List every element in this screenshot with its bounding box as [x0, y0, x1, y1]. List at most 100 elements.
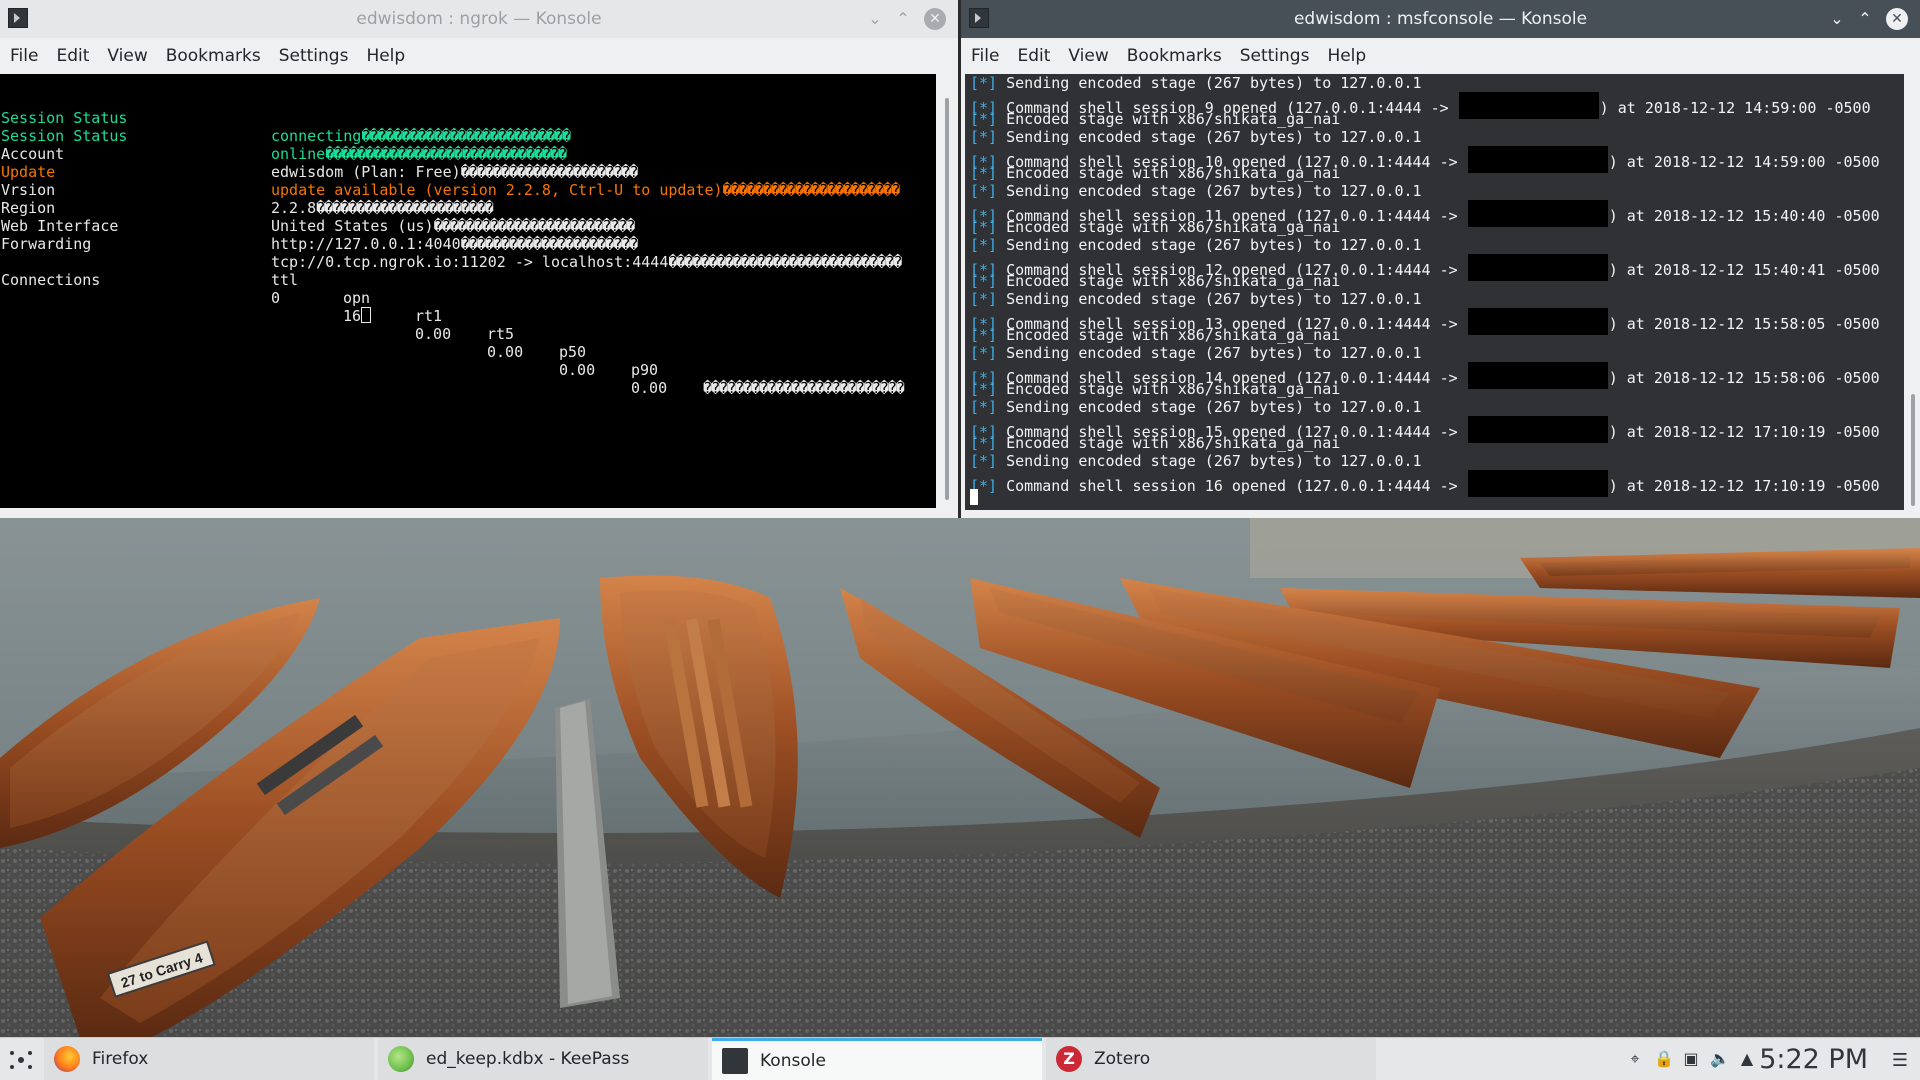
menu-file[interactable]: File: [2, 46, 46, 66]
conn-value: 0.00: [631, 379, 668, 397]
line-text: Encoded stage with x86/shikata_ga_nai: [1006, 326, 1341, 344]
msf-output-line: [*] Sending encoded stage (267 bytes) to…: [970, 128, 1422, 146]
menu-edit[interactable]: Edit: [1009, 46, 1058, 66]
task-keepass[interactable]: ed_keep.kdbx - KeePass: [378, 1038, 708, 1080]
menu-view[interactable]: View: [1060, 46, 1116, 66]
msf-output-line: [*] Command shell session 15 opened (127…: [970, 416, 1880, 443]
line-text: Encoded stage with x86/shikata_ga_nai: [1006, 164, 1341, 182]
menu-edit[interactable]: Edit: [48, 46, 97, 66]
connections-values: 0 16 0.00 0.00 0.00 0.00: [271, 271, 667, 415]
msf-output-line: [*] Command shell session 12 opened (127…: [970, 254, 1880, 281]
status-marker: [*]: [970, 236, 998, 254]
menubar: File Edit View Bookmarks Settings Help: [0, 38, 958, 74]
titlebar[interactable]: edwisdom : ngrok — Konsole ⌄ ⌃ ✕: [0, 0, 958, 38]
connections-label-row: Connections: [1, 253, 100, 307]
line-text: Sending encoded stage (267 bytes) to 127…: [1006, 452, 1422, 470]
clock[interactable]: 5:22 PM: [1759, 1044, 1868, 1075]
conn-header: opn: [343, 289, 371, 307]
titlebar[interactable]: edwisdom : msfconsole — Konsole ⌄ ⌃ ✕: [961, 0, 1920, 38]
terminal-output[interactable]: Session Status connecting���������������…: [0, 74, 936, 508]
line-text: Command shell session 16 opened (127.0.0…: [1006, 477, 1458, 495]
application-launcher[interactable]: [8, 1047, 34, 1073]
menu-help[interactable]: Help: [358, 46, 413, 66]
menu-bookmarks[interactable]: Bookmarks: [158, 46, 269, 66]
ngrok-fill: ����������������������: [460, 163, 639, 181]
conn-header: rt5: [487, 325, 515, 343]
connections-label: Connections: [1, 271, 101, 289]
ngrok-fill: �������������������������: [433, 217, 636, 235]
status-marker: [*]: [970, 74, 998, 92]
ngrok-fill: �����������������������������: [668, 253, 902, 271]
line-text: Sending encoded stage (267 bytes) to 127…: [1006, 290, 1422, 308]
task-zotero[interactable]: Z Zotero: [1046, 1038, 1376, 1080]
line-timestamp: ) at 2018-12-12 14:59:00 -0500: [1608, 153, 1880, 171]
menu-settings[interactable]: Settings: [271, 46, 357, 66]
lock-icon[interactable]: 🔒: [1654, 1050, 1674, 1068]
menu-settings[interactable]: Settings: [1232, 46, 1318, 66]
conn-value: 0.00: [487, 343, 524, 361]
close-button[interactable]: ✕: [1886, 8, 1908, 30]
task-label: Konsole: [760, 1050, 826, 1071]
clipboard-icon[interactable]: ▣: [1682, 1050, 1700, 1068]
firefox-icon: [54, 1046, 80, 1072]
network-icon[interactable]: ⌖: [1626, 1050, 1644, 1068]
menu-bookmarks[interactable]: Bookmarks: [1119, 46, 1230, 66]
redacted-address: [1467, 470, 1608, 497]
scrollbar-thumb[interactable]: [1911, 394, 1915, 506]
redacted-address: [1467, 308, 1608, 335]
terminal-cursor: [361, 307, 372, 323]
menu-help[interactable]: Help: [1319, 46, 1374, 66]
line-text: Sending encoded stage (267 bytes) to 127…: [1006, 236, 1422, 254]
task-firefox[interactable]: Firefox: [44, 1038, 374, 1080]
msf-output-line: [*] Sending encoded stage (267 bytes) to…: [970, 452, 1422, 470]
scrollbar[interactable]: [940, 74, 954, 508]
ngrok-label: Forwarding: [1, 235, 92, 253]
minimize-button[interactable]: ⌄: [1826, 8, 1848, 30]
conn-fill: �������������������������: [703, 379, 905, 397]
expand-arrow-icon[interactable]: ▲: [1738, 1050, 1756, 1068]
close-button[interactable]: ✕: [924, 8, 946, 30]
desktop-wallpaper: 27 to Carry 4: [0, 518, 1920, 1038]
maximize-button[interactable]: ⌃: [1854, 8, 1876, 30]
keepass-icon: [388, 1046, 414, 1072]
line-timestamp: ) at 2018-12-12 14:59:00 -0500: [1599, 99, 1871, 117]
minimize-button[interactable]: ⌄: [864, 8, 886, 30]
terminal-output[interactable]: [*] Sending encoded stage (267 bytes) to…: [965, 74, 1904, 510]
status-marker: [*]: [970, 164, 998, 182]
menubar: File Edit View Bookmarks Settings Help: [961, 38, 1920, 74]
line-text: Sending encoded stage (267 bytes) to 127…: [1006, 398, 1422, 416]
task-label: Firefox: [92, 1049, 149, 1069]
conn-value: 16: [343, 307, 362, 325]
scrollbar[interactable]: [1906, 74, 1918, 508]
maximize-button[interactable]: ⌃: [892, 8, 914, 30]
line-text: Encoded stage with x86/shikata_ga_nai: [1006, 272, 1341, 290]
window-title: edwisdom : msfconsole — Konsole: [1293, 9, 1588, 29]
msf-output-line: [*] Encoded stage with x86/shikata_ga_na…: [970, 326, 1340, 344]
line-text: Sending encoded stage (267 bytes) to 127…: [1006, 182, 1422, 200]
msf-output-line: [*] Encoded stage with x86/shikata_ga_na…: [970, 164, 1340, 182]
ngrok-value: United States (us): [271, 217, 434, 235]
ngrok-value: edwisdom (Plan: Free): [271, 163, 461, 181]
menu-view[interactable]: View: [99, 46, 155, 66]
redacted-address: [1467, 254, 1608, 281]
launcher-icon: [10, 1051, 32, 1069]
line-text: Encoded stage with x86/shikata_ga_nai: [1006, 218, 1341, 236]
konsole-window-ngrok[interactable]: edwisdom : ngrok — Konsole ⌄ ⌃ ✕ File Ed…: [0, 0, 958, 518]
msf-output-line: [*] Command shell session 13 opened (127…: [970, 308, 1880, 335]
panel-menu-icon[interactable]: ☰: [1892, 1050, 1908, 1071]
ngrok-fill: ����������������������: [722, 181, 901, 199]
scrollbar-thumb[interactable]: [945, 98, 949, 500]
msf-output-line: [*] Encoded stage with x86/shikata_ga_na…: [970, 380, 1340, 398]
status-marker: [*]: [970, 434, 998, 452]
volume-icon[interactable]: 🔈: [1710, 1050, 1730, 1068]
task-konsole[interactable]: Konsole: [712, 1038, 1042, 1080]
ngrok-fill: ������������������������������: [325, 145, 567, 163]
line-timestamp: ) at 2018-12-12 17:10:19 -0500: [1608, 477, 1880, 495]
line-text: Encoded stage with x86/shikata_ga_nai: [1006, 380, 1341, 398]
konsole-icon: [722, 1047, 748, 1074]
line-text: Encoded stage with x86/shikata_ga_nai: [1006, 434, 1341, 452]
konsole-window-msfconsole[interactable]: edwisdom : msfconsole — Konsole ⌄ ⌃ ✕ Fi…: [961, 0, 1920, 518]
menu-file[interactable]: File: [963, 46, 1007, 66]
msf-output-line: [*] Sending encoded stage (267 bytes) to…: [970, 74, 1422, 92]
ngrok-fill: ����������������������: [316, 199, 494, 217]
